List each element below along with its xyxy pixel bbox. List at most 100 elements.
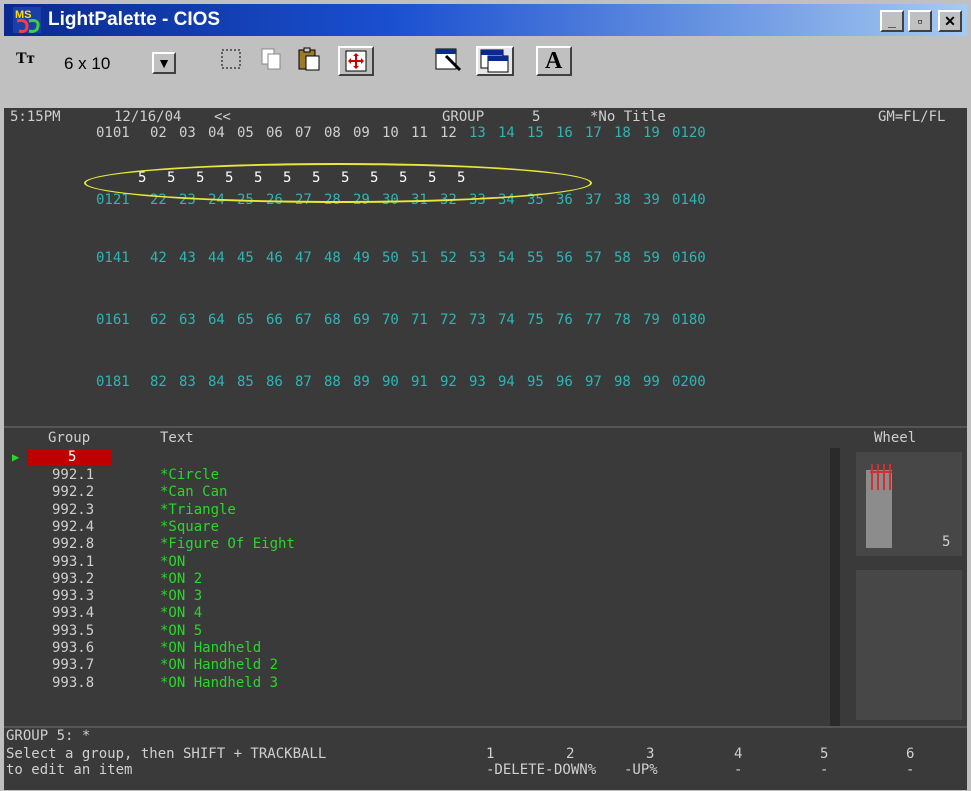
channel-185[interactable]: 85 <box>237 374 254 390</box>
channel-197[interactable]: 97 <box>585 374 602 390</box>
softkey-label[interactable]: -UP% <box>624 762 658 778</box>
channel-177[interactable]: 77 <box>585 312 602 328</box>
channel-199[interactable]: 99 <box>643 374 660 390</box>
group-text[interactable]: *ON <box>160 554 185 570</box>
channel-113[interactable]: 13 <box>469 125 486 141</box>
channel-166[interactable]: 66 <box>266 312 283 328</box>
channel-173[interactable]: 73 <box>469 312 486 328</box>
group-number[interactable]: 993.8 <box>52 675 94 691</box>
channel-182[interactable]: 82 <box>150 374 167 390</box>
channel-172[interactable]: 72 <box>440 312 457 328</box>
channel-191[interactable]: 91 <box>411 374 428 390</box>
properties-button[interactable] <box>432 46 466 76</box>
group-number[interactable]: 993.4 <box>52 605 94 621</box>
channel-152[interactable]: 52 <box>440 250 457 266</box>
channel-136[interactable]: 36 <box>556 192 573 208</box>
channel-183[interactable]: 83 <box>179 374 196 390</box>
group-number[interactable]: 993.5 <box>52 623 94 639</box>
group-text[interactable]: *Circle <box>160 467 219 483</box>
channel-161[interactable]: 0161 <box>96 312 130 328</box>
softkey-label[interactable]: DOWN% <box>554 762 596 778</box>
channel-194[interactable]: 94 <box>498 374 515 390</box>
channel-184[interactable]: 84 <box>208 374 225 390</box>
channel-137[interactable]: 37 <box>585 192 602 208</box>
channel-149[interactable]: 49 <box>353 250 370 266</box>
channel-159[interactable]: 59 <box>643 250 660 266</box>
channel-200[interactable]: 0200 <box>672 374 706 390</box>
window-button[interactable] <box>476 46 514 76</box>
group-number[interactable]: 992.2 <box>52 484 94 500</box>
channel-154[interactable]: 54 <box>498 250 515 266</box>
channel-112[interactable]: 12 <box>440 125 457 141</box>
channel-141[interactable]: 0141 <box>96 250 130 266</box>
group-text[interactable]: *ON Handheld 2 <box>160 657 278 673</box>
channel-111[interactable]: 11 <box>411 125 428 141</box>
channel-178[interactable]: 78 <box>614 312 631 328</box>
list-scrollbar[interactable] <box>830 448 840 726</box>
group-number[interactable]: 993.6 <box>52 640 94 656</box>
channel-157[interactable]: 57 <box>585 250 602 266</box>
channel-150[interactable]: 50 <box>382 250 399 266</box>
channel-156[interactable]: 56 <box>556 250 573 266</box>
channel-118[interactable]: 18 <box>614 125 631 141</box>
channel-169[interactable]: 69 <box>353 312 370 328</box>
channel-188[interactable]: 88 <box>324 374 341 390</box>
channel-170[interactable]: 70 <box>382 312 399 328</box>
select-button[interactable] <box>218 46 248 76</box>
group-text[interactable]: *Square <box>160 519 219 535</box>
channel-148[interactable]: 48 <box>324 250 341 266</box>
channel-190[interactable]: 90 <box>382 374 399 390</box>
channel-103[interactable]: 03 <box>179 125 196 141</box>
channel-175[interactable]: 75 <box>527 312 544 328</box>
group-text[interactable]: *ON 5 <box>160 623 202 639</box>
channel-165[interactable]: 65 <box>237 312 254 328</box>
group-number[interactable]: 992.8 <box>52 536 94 552</box>
channel-140[interactable]: 0140 <box>672 192 706 208</box>
fit-button[interactable] <box>338 46 374 76</box>
channel-121[interactable]: 0121 <box>96 192 130 208</box>
channel-164[interactable]: 64 <box>208 312 225 328</box>
group-text[interactable]: *ON Handheld 3 <box>160 675 278 691</box>
command-line[interactable]: GROUP 5: * <box>6 728 90 744</box>
channel-151[interactable]: 51 <box>411 250 428 266</box>
channel-189[interactable]: 89 <box>353 374 370 390</box>
channel-181[interactable]: 0181 <box>96 374 130 390</box>
channel-108[interactable]: 08 <box>324 125 341 141</box>
close-button[interactable]: ✕ <box>938 10 962 32</box>
channel-192[interactable]: 92 <box>440 374 457 390</box>
channel-143[interactable]: 43 <box>179 250 196 266</box>
channel-187[interactable]: 87 <box>295 374 312 390</box>
channel-105[interactable]: 05 <box>237 125 254 141</box>
font-a-button[interactable]: A <box>536 46 572 76</box>
channel-162[interactable]: 62 <box>150 312 167 328</box>
channel-101[interactable]: 0101 <box>96 125 130 141</box>
group-number[interactable]: 992.3 <box>52 502 94 518</box>
channel-116[interactable]: 16 <box>556 125 573 141</box>
channel-120[interactable]: 0120 <box>672 125 706 141</box>
group-number[interactable]: 993.7 <box>52 657 94 673</box>
channel-196[interactable]: 96 <box>556 374 573 390</box>
channel-155[interactable]: 55 <box>527 250 544 266</box>
font-icon-box[interactable]: Tт <box>16 50 52 76</box>
group-text[interactable]: *ON 2 <box>160 571 202 587</box>
group-text[interactable]: *Triangle <box>160 502 236 518</box>
font-size-select[interactable]: 6 x 10 <box>64 54 110 74</box>
channel-171[interactable]: 71 <box>411 312 428 328</box>
channel-163[interactable]: 63 <box>179 312 196 328</box>
channel-119[interactable]: 19 <box>643 125 660 141</box>
channel-109[interactable]: 09 <box>353 125 370 141</box>
wheel-panel-2[interactable] <box>856 570 962 720</box>
wheel-panel[interactable]: 5 <box>856 452 962 556</box>
channel-179[interactable]: 79 <box>643 312 660 328</box>
channel-153[interactable]: 53 <box>469 250 486 266</box>
channel-106[interactable]: 06 <box>266 125 283 141</box>
group-number[interactable]: 992.1 <box>52 467 94 483</box>
channel-144[interactable]: 44 <box>208 250 225 266</box>
channel-117[interactable]: 17 <box>585 125 602 141</box>
softkey-label[interactable]: - <box>820 762 828 778</box>
channel-146[interactable]: 46 <box>266 250 283 266</box>
group-text[interactable]: *Can Can <box>160 484 227 500</box>
group-number[interactable]: 993.2 <box>52 571 94 587</box>
channel-160[interactable]: 0160 <box>672 250 706 266</box>
channel-110[interactable]: 10 <box>382 125 399 141</box>
